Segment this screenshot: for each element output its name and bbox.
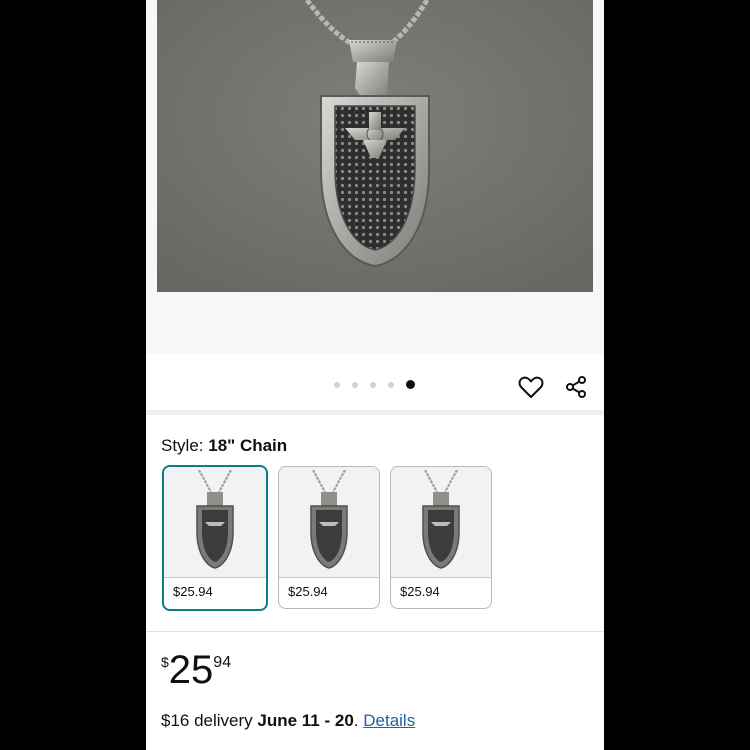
swatch-price: $25.94	[173, 584, 213, 599]
gallery-pagination[interactable]	[334, 380, 415, 389]
share-icon	[566, 376, 586, 398]
pagination-dot[interactable]	[370, 381, 376, 388]
swatch-thumbnail	[391, 467, 491, 578]
style-swatch-3[interactable]: $25.94	[390, 466, 492, 609]
section-divider	[146, 631, 604, 632]
delivery-dates: June 11 - 20	[257, 711, 354, 730]
heart-outline-icon	[518, 376, 544, 398]
pagination-dot[interactable]	[352, 381, 358, 388]
delivery-fee: $16 delivery	[161, 711, 258, 730]
price-currency: $	[161, 654, 169, 670]
wishlist-button[interactable]	[516, 372, 546, 402]
swatch-thumbnail	[279, 467, 379, 578]
style-swatch-1[interactable]: $25.94	[162, 465, 268, 611]
pendant-thumbnail-icon	[310, 470, 348, 569]
price-whole: 25	[168, 648, 214, 692]
delivery-separator: .	[353, 711, 364, 730]
swatch-price: $25.94	[288, 584, 328, 599]
delivery-info: $16 delivery June 11 - 20. Details	[161, 711, 415, 731]
delivery-details-link[interactable]: Details	[363, 711, 415, 730]
pagination-dot[interactable]	[388, 381, 394, 388]
pendant-thumbnail-icon	[196, 470, 234, 569]
product-screen: Style: 18" Chain $25.94 $25.94 $25.94 $2…	[146, 0, 604, 750]
price-fraction: 94	[213, 654, 232, 671]
pendant-image	[157, 0, 593, 292]
style-label: Style: 18" Chain	[161, 436, 287, 456]
product-photo[interactable]	[157, 0, 593, 292]
share-button[interactable]	[561, 372, 591, 402]
style-swatch-list: $25.94 $25.94 $25.94	[162, 465, 492, 611]
style-selected-value: 18" Chain	[208, 436, 288, 455]
section-divider	[146, 410, 604, 415]
style-swatch-2[interactable]: $25.94	[278, 466, 380, 609]
pendant-thumbnail-icon	[422, 470, 460, 569]
pagination-dot[interactable]	[334, 381, 340, 388]
swatch-thumbnail	[164, 467, 266, 578]
swatch-price: $25.94	[400, 584, 440, 599]
image-gallery[interactable]	[146, 0, 604, 354]
pagination-dot-active[interactable]	[406, 380, 415, 389]
product-price: $2594	[161, 648, 231, 693]
style-label-prefix: Style:	[161, 436, 209, 455]
